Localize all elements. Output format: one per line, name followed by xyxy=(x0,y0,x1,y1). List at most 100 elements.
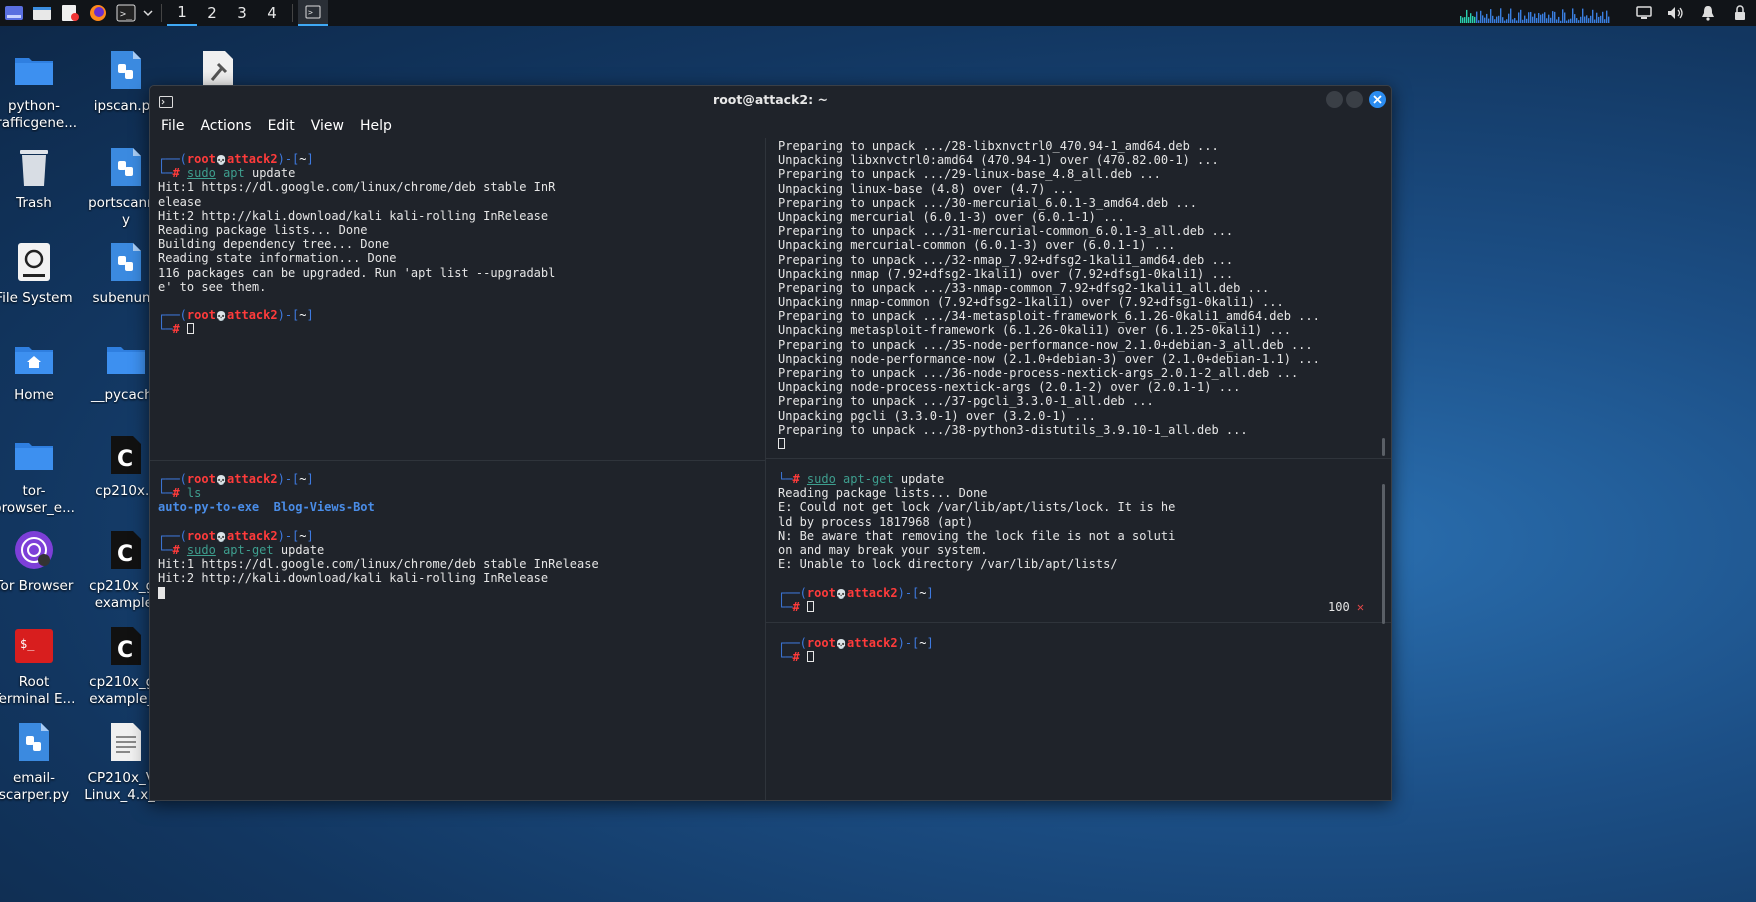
desktop-icon[interactable]: email-scarper.py xyxy=(0,720,84,804)
output-line: Preparing to unpack .../28-libxnvctrl0_4… xyxy=(778,139,1219,153)
output-line: 116 packages can be upgraded. Run 'apt l… xyxy=(158,265,556,280)
command-sudo: sudo xyxy=(186,166,216,181)
python-file-icon xyxy=(12,720,56,764)
chevron-down-icon[interactable] xyxy=(140,1,156,25)
terminal-launcher-icon[interactable]: >_ xyxy=(112,1,140,25)
window-titlebar[interactable]: root@attack2: ~ xyxy=(150,86,1391,114)
desktop-icon[interactable]: tor-browser_e... xyxy=(0,433,84,517)
output-line: elease xyxy=(158,194,202,209)
workspace-2[interactable]: 2 xyxy=(197,0,227,26)
network-monitor-graph xyxy=(1460,8,1610,23)
network-graph-bar xyxy=(1608,16,1610,23)
network-graph-bar xyxy=(1544,12,1546,23)
command-line: └─# sudo apt update xyxy=(158,166,758,180)
firefox-icon[interactable] xyxy=(84,1,112,25)
desktop-icon-label: File System xyxy=(0,290,73,306)
desktop-icon[interactable]: Trash xyxy=(0,145,84,212)
network-graph-bar xyxy=(1510,8,1512,23)
network-graph-bar xyxy=(1600,15,1602,23)
scrollbar-thumb[interactable] xyxy=(1382,484,1385,624)
scrollbar-thumb[interactable] xyxy=(1382,438,1385,456)
pane-top-right[interactable]: Preparing to unpack .../28-libxnvctrl0_4… xyxy=(778,139,1378,457)
desktop-icon-label: browser_e... xyxy=(0,500,75,516)
network-graph-bar xyxy=(1594,19,1596,23)
network-graph-bar xyxy=(1530,11,1532,23)
workspace-1[interactable]: 1 xyxy=(167,0,197,26)
prompt-bracket: └─ xyxy=(778,599,793,614)
network-graph-bar xyxy=(1606,10,1608,23)
panel-separator xyxy=(292,4,293,22)
network-graph-bar xyxy=(1536,18,1538,23)
desktop-icon[interactable]: Tor Browser xyxy=(0,528,84,595)
prompt-host: attack2 xyxy=(847,636,898,650)
network-graph-bar xyxy=(1602,11,1604,23)
prompt-user: root xyxy=(186,528,216,543)
lock-screen-icon[interactable] xyxy=(1724,0,1756,26)
command-line: └─# xyxy=(778,650,1378,664)
output-line: Preparing to unpack .../37-pgcli_3.3.0-1… xyxy=(778,394,1154,409)
menu-view[interactable]: View xyxy=(311,118,344,134)
menu-file[interactable]: File xyxy=(161,118,184,134)
menu-help[interactable]: Help xyxy=(360,118,392,134)
pane-bottom-left[interactable]: ┌──(root💀attack2)-[~] └─# ls auto-py-to-… xyxy=(158,472,758,792)
output-line: Preparing to unpack .../33-nmap-common_7… xyxy=(778,280,1270,295)
prompt-bracket: └─ xyxy=(158,542,173,557)
prompt-bracket: ┌──( xyxy=(778,636,807,650)
network-graph-bar xyxy=(1534,13,1536,23)
output-line: Unpacking nmap (7.92+dfsg2-1kali1) over … xyxy=(778,266,1234,281)
command-output: Reading package lists... Done E: Could no… xyxy=(778,486,1378,571)
network-graph-bar xyxy=(1514,18,1516,23)
skull-icon: 💀 xyxy=(835,640,848,650)
close-button[interactable] xyxy=(1369,91,1386,108)
network-graph-bar xyxy=(1540,14,1542,23)
pane-divider-right-bottom xyxy=(766,622,1391,623)
command-line: └─# xyxy=(158,322,758,336)
display-icon[interactable] xyxy=(1628,0,1660,26)
window-title: root@attack2: ~ xyxy=(713,92,828,107)
command-name: apt-get xyxy=(223,542,274,557)
network-graph-bar xyxy=(1522,19,1524,23)
prompt-dir: ~ xyxy=(919,585,927,600)
taskbar-terminal-window[interactable]: > xyxy=(298,0,328,26)
desktop-icon[interactable]: $_ Root Terminal E... xyxy=(0,624,84,708)
pane-top-left[interactable]: ┌──(root💀attack2)-[~] └─# sudo apt updat… xyxy=(158,152,758,452)
svg-text:>: > xyxy=(308,8,313,17)
output-line: Preparing to unpack .../38-python3-distu… xyxy=(778,422,1248,437)
desktop-icon-label: trafficgene... xyxy=(0,115,78,131)
network-graph-bar xyxy=(1474,16,1476,23)
svg-text:>_: >_ xyxy=(120,9,133,20)
minimize-button[interactable] xyxy=(1326,91,1343,108)
desktop-icon[interactable]: python-trafficgene... xyxy=(0,48,84,132)
desktop-icon-label: tor- xyxy=(22,483,46,499)
prompt-hash: # xyxy=(172,486,180,501)
network-graph-bar xyxy=(1502,17,1504,23)
notification-bell-icon[interactable] xyxy=(1692,0,1724,26)
pane-middle-right[interactable]: └─# sudo apt-get update Reading package … xyxy=(778,472,1378,620)
app-menu-icon[interactable] xyxy=(0,1,28,25)
top-panel: >_ 1 2 3 4 > xyxy=(0,0,1756,26)
workspace-4[interactable]: 4 xyxy=(257,0,287,26)
file-manager-icon[interactable] xyxy=(28,1,56,25)
network-graph-bar xyxy=(1582,8,1584,23)
network-graph-bar xyxy=(1596,12,1598,23)
volume-icon[interactable] xyxy=(1660,0,1692,26)
prompt-user: root xyxy=(806,585,836,600)
desktop-icon-label: scarper.py xyxy=(0,787,70,803)
text-editor-icon[interactable] xyxy=(56,1,84,25)
output-line: Reading package lists... Done xyxy=(778,486,988,501)
prompt-hash: # xyxy=(792,599,800,614)
network-graph-bar xyxy=(1472,15,1474,23)
desktop-icon[interactable]: File System xyxy=(0,240,84,307)
pane-bottom-right[interactable]: ┌──(root💀attack2)-[~] └─# xyxy=(778,636,1378,796)
prompt-line-4: ┌──(root💀attack2)-[~] xyxy=(158,529,758,543)
desktop-icon[interactable]: Home xyxy=(0,337,84,404)
network-graph-bar xyxy=(1488,18,1490,23)
cursor-line xyxy=(778,437,1378,451)
terminal-window[interactable]: root@attack2: ~ File Actions Edit View H… xyxy=(149,85,1392,801)
menu-actions[interactable]: Actions xyxy=(200,118,251,134)
exit-code: 100 xyxy=(1328,599,1350,614)
maximize-button[interactable] xyxy=(1346,91,1363,108)
prompt-dir: ~ xyxy=(919,636,927,650)
menu-edit[interactable]: Edit xyxy=(268,118,295,134)
workspace-3[interactable]: 3 xyxy=(227,0,257,26)
